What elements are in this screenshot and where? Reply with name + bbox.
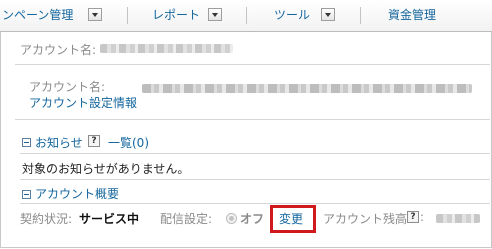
contract-status-label: 契約状況:: [20, 212, 73, 226]
top-nav: ンペーン管理 レポート ツール 資金管理: [0, 0, 492, 32]
chevron-down-icon[interactable]: [321, 8, 335, 21]
account-name-redacted: [142, 84, 472, 93]
nav-funds-management[interactable]: 資金管理: [388, 0, 436, 31]
contract-status-value: サービス中: [79, 212, 140, 226]
notices-list-link[interactable]: 一覧(0): [108, 134, 149, 151]
account-name-label: アカウント名:: [20, 43, 97, 57]
divider: [15, 64, 490, 65]
nav-separator: [246, 7, 247, 24]
divider: [20, 203, 490, 204]
notices-title[interactable]: お知らせ: [35, 134, 83, 151]
divider: [20, 179, 490, 180]
divider: [15, 119, 490, 120]
account-name-redacted: [100, 44, 233, 53]
change-delivery-link[interactable]: 変更: [279, 210, 303, 227]
delivery-setting-value: オフ: [240, 212, 265, 226]
help-icon[interactable]: ?: [88, 135, 100, 147]
account-name-label: アカウント名:: [29, 80, 106, 94]
nav-tools[interactable]: ツール: [274, 0, 310, 31]
collapse-icon[interactable]: [22, 190, 31, 199]
account-balance-label: アカウント残高: [323, 212, 408, 226]
delivery-setting-label: 配信設定:: [160, 212, 213, 226]
chevron-down-icon[interactable]: [208, 8, 222, 21]
account-balance-colon: :: [420, 210, 425, 224]
nav-campaign-management[interactable]: ンペーン管理: [2, 0, 73, 31]
account-balance-redacted: [436, 214, 480, 223]
collapse-icon[interactable]: [22, 138, 31, 147]
chevron-down-icon[interactable]: [88, 8, 102, 21]
nav-separator: [360, 7, 361, 24]
notices-empty-message: 対象のお知らせがありません。: [22, 162, 190, 176]
nav-report[interactable]: レポート: [152, 0, 200, 31]
nav-separator: [127, 7, 128, 24]
overview-title[interactable]: アカウント概要: [35, 185, 119, 202]
radio-icon: [226, 213, 237, 224]
divider: [20, 153, 490, 154]
account-settings-link[interactable]: アカウント設定情報: [29, 94, 137, 111]
help-icon[interactable]: ?: [407, 211, 419, 223]
